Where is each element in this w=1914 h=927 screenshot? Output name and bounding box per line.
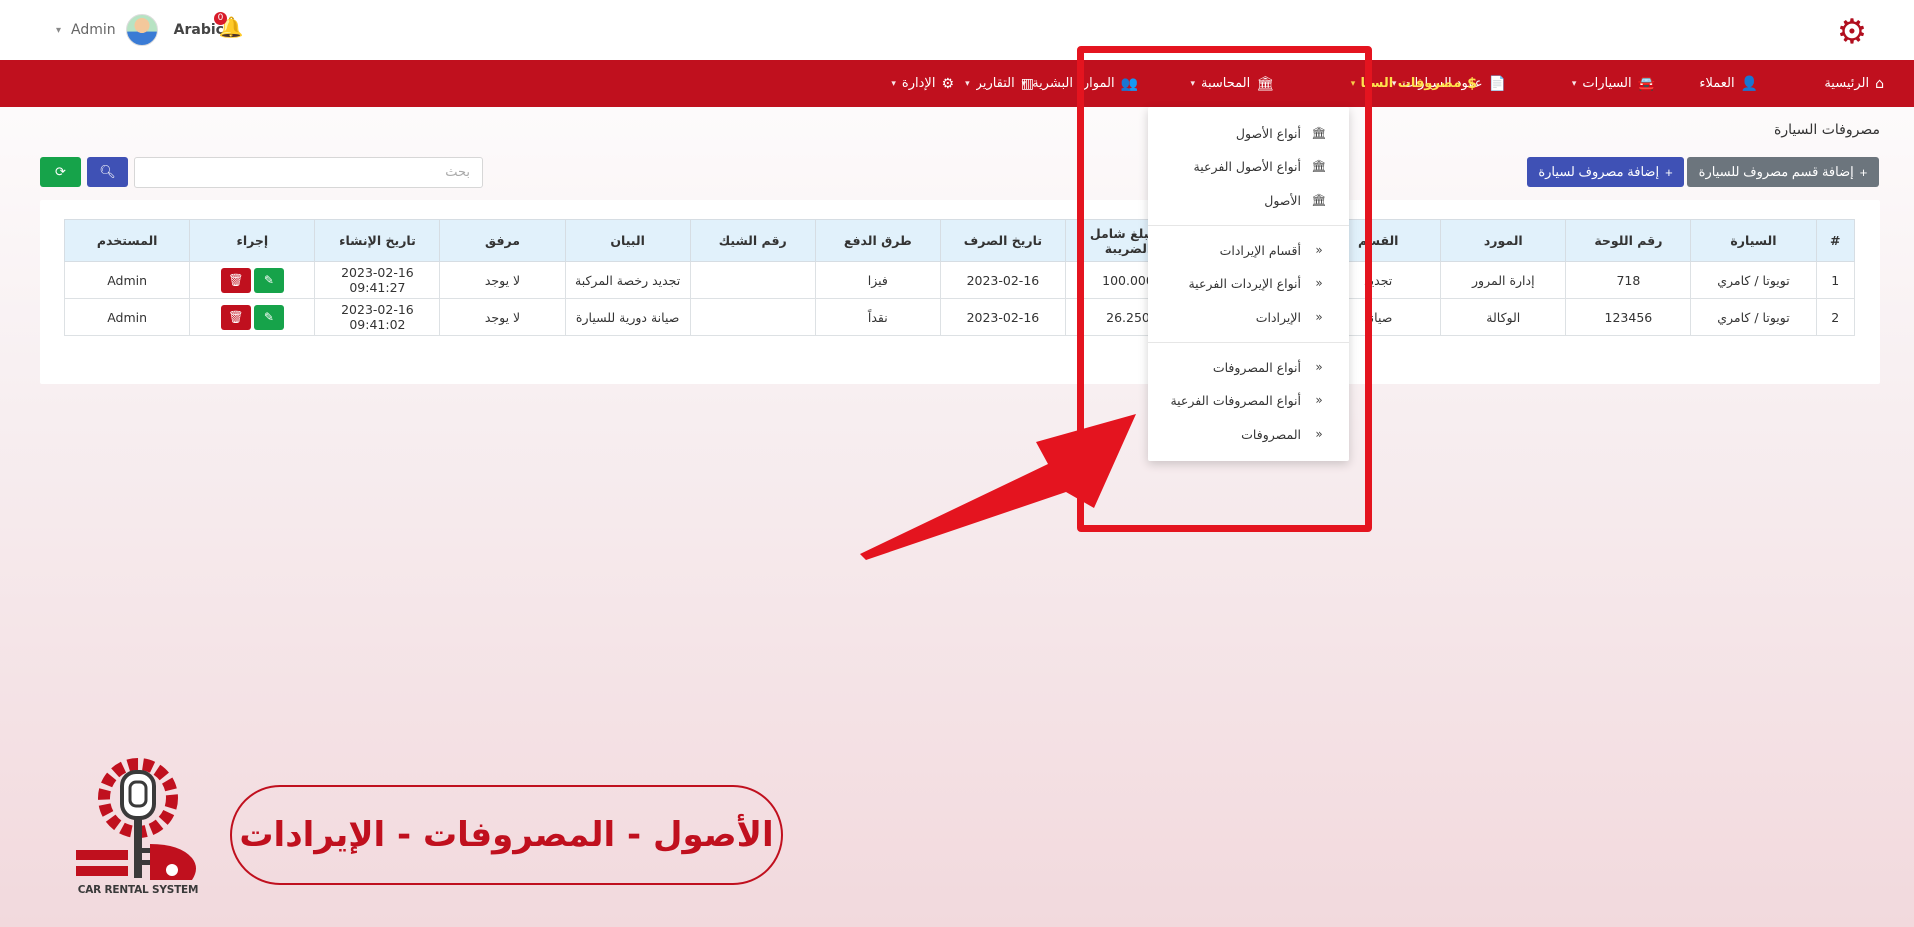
nav-label: العملاء — [1699, 76, 1735, 91]
notification-bell-icon[interactable]: 🔔 0 — [214, 12, 244, 40]
column-header[interactable]: تاريخ الإنشاء — [314, 219, 441, 262]
chevron-down-icon: ▾ — [56, 24, 62, 36]
cell-supplier: الوكالة — [1440, 298, 1567, 336]
button-label: إضافة مصروف لسيارة — [1538, 164, 1660, 179]
edit-icon: ✎ — [263, 310, 274, 324]
edit-button[interactable]: ✎ — [253, 267, 284, 293]
chevron-down-icon: ▾ — [965, 78, 970, 89]
cell-expense-date: 2023-02-16 — [939, 261, 1066, 299]
avatar — [125, 14, 158, 46]
user-name: Admin — [71, 22, 116, 38]
cell-car: تويوتا / كامري — [1690, 261, 1817, 299]
cell-check-number — [689, 298, 816, 336]
edit-button[interactable]: ✎ — [253, 304, 284, 330]
cell-actions: 🗑 ✎ — [189, 298, 316, 336]
cell-plate: 718 — [1565, 261, 1692, 299]
nav-label: الرئيسية — [1824, 76, 1870, 91]
notification-badge: 0 — [214, 12, 227, 25]
cell-payment-method: نقداً — [814, 298, 941, 336]
nav-item-admin[interactable]: ⚙ الإدارة ▾ — [891, 60, 954, 107]
add-expense-category-button[interactable]: + إضافة قسم مصروف للسيارة — [1687, 157, 1879, 187]
cell-user: Admin — [63, 261, 191, 299]
button-label: إضافة قسم مصروف للسيارة — [1698, 164, 1854, 179]
column-header[interactable]: رقم الشيك — [689, 219, 816, 262]
chevron-down-icon: ▾ — [891, 78, 896, 89]
cell-user: Admin — [63, 298, 191, 336]
nav-label: السيارات — [1582, 76, 1632, 91]
expenses-table: # السيارة رقم اللوحة المورد القسم المبلغ… — [63, 219, 1856, 336]
search-input[interactable] — [134, 157, 483, 188]
column-header[interactable]: المستخدم — [63, 219, 191, 262]
column-header[interactable]: # — [1815, 219, 1856, 262]
cell-created-at: 2023-02-16 09:41:02 — [314, 298, 441, 336]
cell-payment-method: فيزا — [814, 261, 941, 299]
search-icon: 🔍︎ — [99, 164, 116, 179]
column-header[interactable]: تاريخ الصرف — [939, 219, 1066, 262]
add-expense-button[interactable]: + إضافة مصروف لسيارة — [1527, 157, 1684, 187]
cell-attachment: لا يوجد — [439, 261, 566, 299]
delete-button[interactable]: 🗑 — [220, 267, 251, 293]
nav-item-reports[interactable]: ▥ التقارير ▾ — [965, 60, 1034, 107]
cell-description: تجديد رخصة المركبة — [564, 261, 691, 299]
main-navbar: ⌂ الرئيسية 👤 العملاء 🚘 السيارات ▾ 📄 عقود… — [0, 60, 1914, 107]
logo-caption: CAR RENTAL SYSTEM — [77, 884, 199, 896]
nav-item-customers[interactable]: 👤 العملاء — [1699, 60, 1758, 107]
annotation-arrow-icon — [860, 414, 1136, 560]
column-header[interactable]: البيان — [564, 219, 691, 262]
column-header[interactable]: مرفق — [439, 219, 566, 262]
cell-plate: 123456 — [1565, 298, 1692, 336]
plus-icon: + — [1859, 164, 1868, 180]
car-rental-logo-icon — [76, 758, 196, 880]
table-header-row: # السيارة رقم اللوحة المورد القسم المبلغ… — [63, 219, 1856, 262]
cell-attachment: لا يوجد — [439, 298, 566, 336]
cell-created-at: 2023-02-16 09:41:27 — [314, 261, 441, 299]
gear-icon: ⚙ — [941, 75, 954, 92]
plus-icon: + — [1665, 164, 1673, 180]
chart-icon: ▥ — [1020, 75, 1034, 92]
table-row: 2 تويوتا / كامري 123456 الوكالة صيانة 26… — [63, 298, 1856, 336]
column-header[interactable]: طرق الدفع — [814, 219, 941, 262]
nav-item-home[interactable]: ⌂ الرئيسية — [1824, 60, 1884, 107]
cell-car: تويوتا / كامري — [1690, 298, 1817, 336]
refresh-button[interactable]: ⟳ — [40, 157, 81, 187]
feature-banner: الأصول - المصروفات - الإيرادات — [230, 785, 783, 885]
brand-logo[interactable]: ⚙ — [1830, 10, 1874, 54]
cell-index: 1 — [1815, 261, 1856, 299]
cell-description: صيانة دورية للسيارة — [564, 298, 691, 336]
nav-label: مصروفات السيارة — [1361, 76, 1462, 91]
chevron-down-icon: ▾ — [1571, 78, 1577, 89]
trash-icon: 🗑 — [228, 310, 244, 324]
trash-icon: 🗑 — [228, 273, 244, 287]
delete-button[interactable]: 🗑 — [220, 304, 251, 330]
cell-index: 2 — [1815, 298, 1856, 336]
nav-label: التقارير — [975, 76, 1015, 91]
column-header[interactable]: رقم اللوحة — [1565, 219, 1692, 262]
banner-text: الأصول - المصروفات - الإيرادات — [239, 815, 774, 855]
column-header[interactable]: إجراء — [189, 219, 316, 262]
home-icon: ⌂ — [1875, 75, 1884, 92]
cell-check-number — [689, 261, 816, 299]
table-row: 1 تويوتا / كامري 718 إدارة المرور تجديد … — [63, 261, 1856, 299]
nav-item-cars[interactable]: 🚘 السيارات ▾ — [1572, 60, 1655, 107]
top-bar: ▾ Admin Arabic 🔔 0 ⚙ — [0, 0, 1914, 60]
nav-label: الإدارة — [901, 76, 936, 91]
user-menu[interactable]: ▾ Admin Arabic — [56, 14, 224, 46]
page-title: مصروفات السيارة — [1774, 122, 1880, 138]
cell-supplier: إدارة المرور — [1440, 261, 1567, 299]
search-button[interactable]: 🔍︎ — [87, 157, 128, 187]
car-icon: 🚘 — [1637, 75, 1655, 92]
language-switch[interactable]: Arabic — [174, 22, 224, 38]
refresh-icon: ⟳ — [55, 164, 66, 179]
edit-icon: ✎ — [263, 273, 274, 287]
user-icon: 👤 — [1740, 75, 1758, 92]
column-header[interactable]: المورد — [1440, 219, 1567, 262]
dollar-icon: $ — [1467, 75, 1477, 92]
column-header[interactable]: السيارة — [1690, 219, 1817, 262]
file-icon: 📄 — [1488, 75, 1506, 92]
cell-actions: 🗑 ✎ — [189, 261, 316, 299]
cell-expense-date: 2023-02-16 — [939, 298, 1066, 336]
